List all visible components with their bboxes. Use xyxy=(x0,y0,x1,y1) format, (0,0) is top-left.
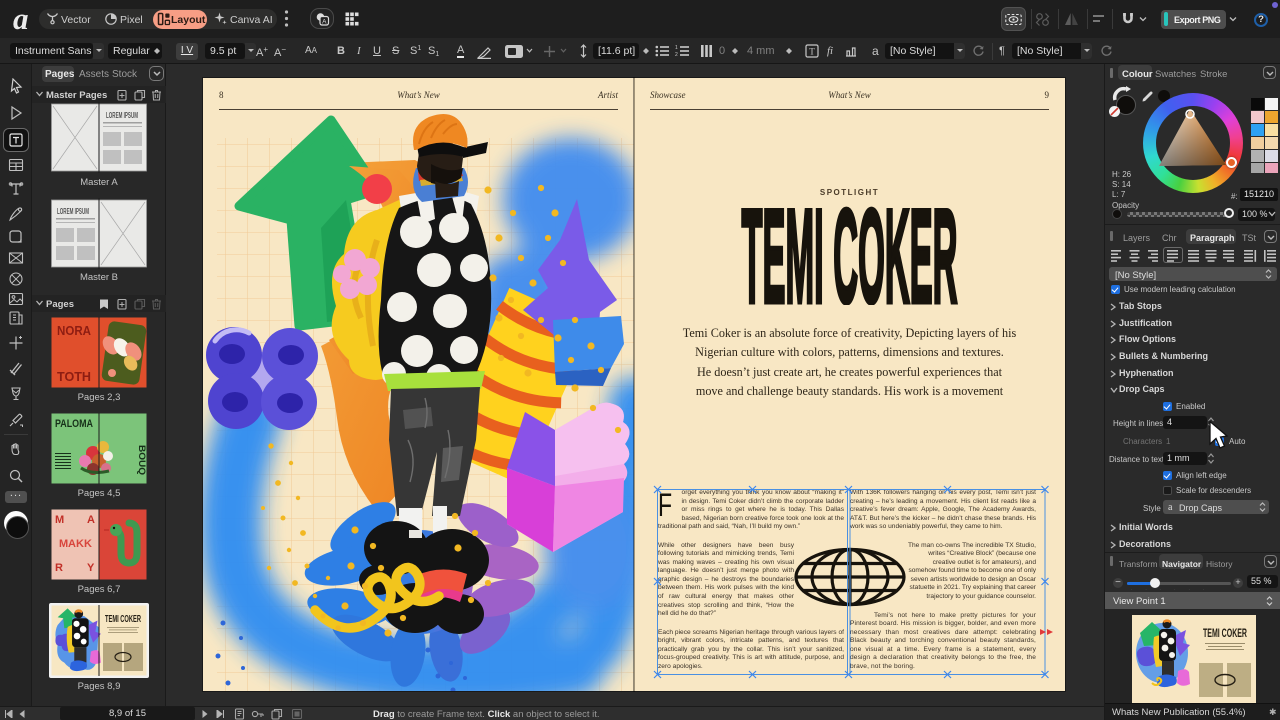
svg-text:TEMI COKER: TEMI COKER xyxy=(742,205,958,305)
svg-text:R: R xyxy=(55,562,63,574)
svg-text:A: A xyxy=(322,18,327,25)
svg-text:M: M xyxy=(55,514,64,526)
svg-text:TOTH: TOTH xyxy=(57,369,91,384)
svg-text:PALOMA: PALOMA xyxy=(55,418,93,430)
svg-text:NORA: NORA xyxy=(57,323,92,338)
svg-text:A: A xyxy=(68,538,76,550)
svg-text:TEMI COKER: TEMI COKER xyxy=(105,614,141,625)
svg-text:K: K xyxy=(76,538,84,550)
svg-text:1: 1 xyxy=(675,45,678,51)
svg-text:LOREM IPSUM: LOREM IPSUM xyxy=(57,207,89,216)
svg-text:Y: Y xyxy=(87,562,95,574)
svg-text:LOREM IPSUM: LOREM IPSUM xyxy=(106,111,138,120)
svg-text:2: 2 xyxy=(675,52,678,57)
svg-text:M: M xyxy=(59,538,68,550)
svg-text:BOUQ: BOUQ xyxy=(137,445,147,475)
svg-text:K: K xyxy=(84,538,92,550)
svg-text:TEMI COKER: TEMI COKER xyxy=(1203,626,1247,640)
svg-text:T: T xyxy=(809,47,815,57)
svg-text:A: A xyxy=(87,514,95,526)
